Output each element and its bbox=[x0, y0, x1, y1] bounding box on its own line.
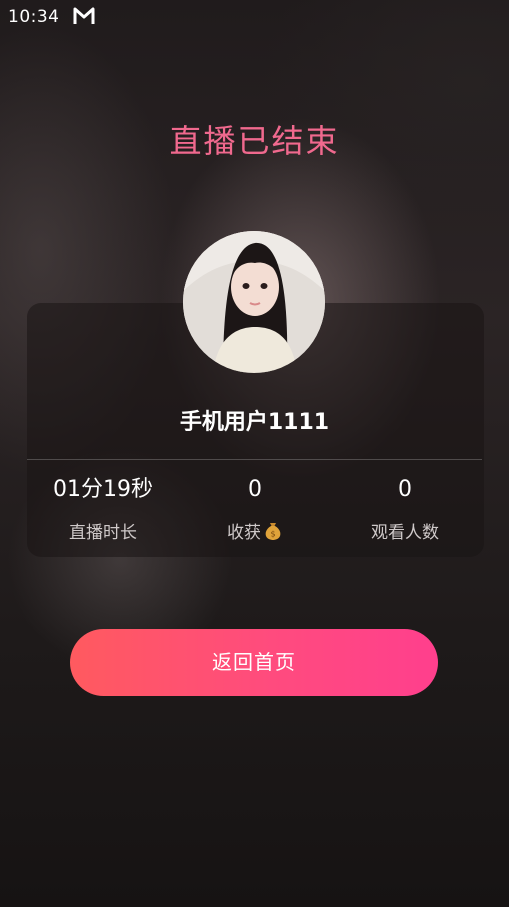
stat-viewers: 0 观看人数 bbox=[325, 475, 485, 545]
stat-earnings-label: 收获 bbox=[227, 523, 261, 543]
stat-viewers-value: 0 bbox=[398, 477, 412, 502]
live-ended-title: 直播已结束 bbox=[169, 122, 340, 160]
stat-viewers-label: 观看人数 bbox=[371, 523, 439, 543]
divider bbox=[27, 459, 482, 460]
stat-earnings-value: 0 bbox=[248, 477, 262, 502]
stat-earnings: 0 收获 $ bbox=[175, 475, 335, 545]
m-app-icon bbox=[73, 7, 95, 24]
stat-duration: 01分19秒 直播时长 bbox=[23, 475, 183, 545]
money-bag-icon: $ bbox=[265, 523, 281, 540]
user-avatar-photo bbox=[183, 231, 325, 373]
stat-earnings-label-wrap: 收获 $ bbox=[175, 521, 335, 545]
avatar bbox=[183, 231, 325, 373]
stat-duration-label: 直播时长 bbox=[69, 523, 137, 543]
back-to-home-button[interactable]: 返回首页 bbox=[70, 629, 438, 696]
status-bar: 10:34 bbox=[0, 0, 509, 36]
stat-duration-value: 01分19秒 bbox=[53, 477, 153, 502]
svg-text:$: $ bbox=[270, 530, 275, 539]
username: 手机用户1111 bbox=[179, 410, 330, 435]
status-time: 10:34 bbox=[8, 7, 60, 27]
